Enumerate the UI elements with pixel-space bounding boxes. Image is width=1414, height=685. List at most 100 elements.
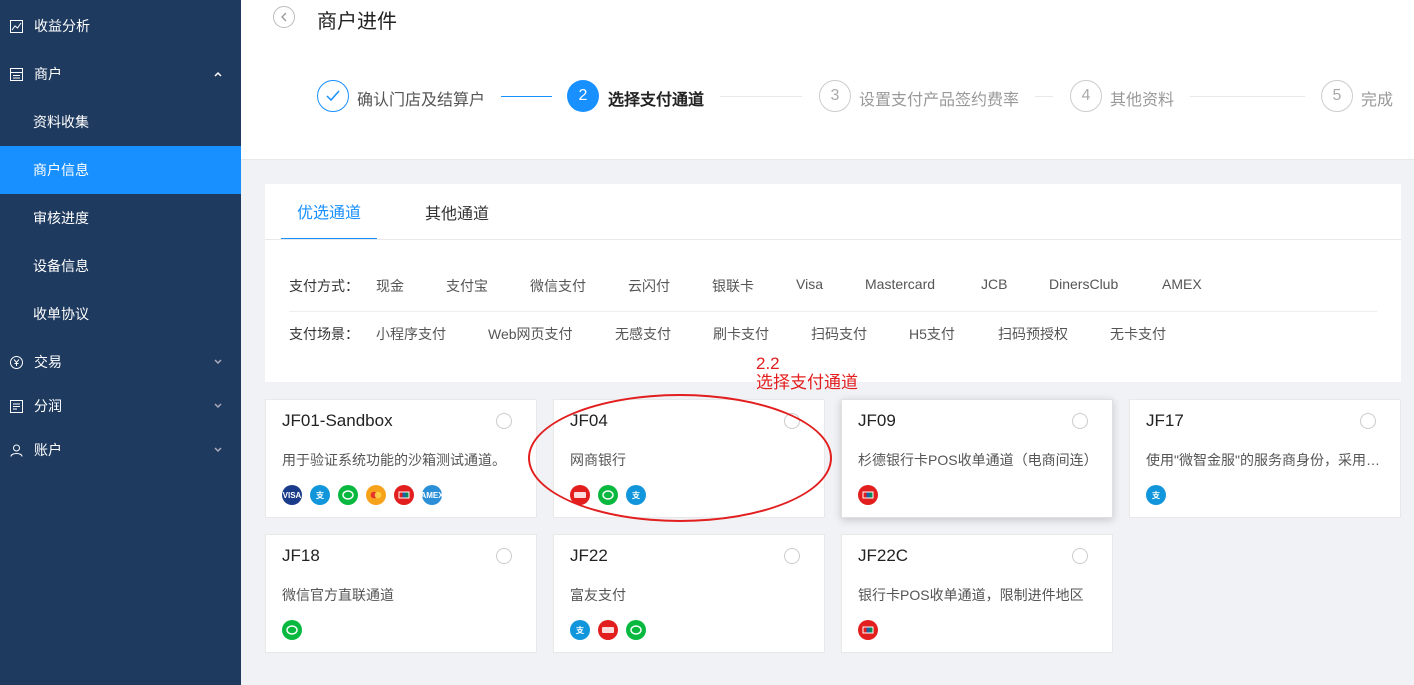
chevron-down-icon [213, 357, 223, 367]
channel-card-jf04[interactable]: JF04 网商银行 支 [553, 399, 825, 518]
card-title: JF18 [282, 546, 320, 565]
channel-card-jf17[interactable]: JF17 使用"微智金服"的服务商身份，采用支付宝间连 支 [1129, 399, 1401, 518]
sidebar-item-acquiring-agreement[interactable]: 收单协议 [0, 290, 241, 338]
card-description: 杉德银行卡POS收单通道（电商间连） [858, 452, 1098, 468]
filter-option-scan-preauth[interactable]: 扫码预授权 [998, 324, 1068, 344]
filter-option-dinersclub[interactable]: DinersClub [1049, 276, 1118, 292]
sidebar-item-label: 交易 [34, 354, 62, 370]
sidebar-item-account[interactable]: 账户 [0, 426, 241, 474]
payment-scene-label: 支付场景： [289, 326, 359, 342]
chevron-up-icon [213, 69, 223, 79]
channel-card-jf18[interactable]: JF18 微信官方直联通道 [265, 534, 537, 653]
step-5-label: 完成 [1361, 92, 1394, 109]
filter-option-jcb[interactable]: JCB [981, 276, 1007, 292]
channel-card-jf22[interactable]: JF22 富友支付 支 [553, 534, 825, 653]
channel-card-jf01-sandbox[interactable]: JF01-Sandbox 用于验证系统功能的沙箱测试通道。 VISA 支 AME… [265, 399, 537, 518]
alipay-icon: 支 [626, 485, 646, 505]
step-4-label: 其他资料 [1110, 92, 1175, 109]
step-connector [1035, 96, 1053, 97]
card-title: JF22 [570, 546, 608, 565]
store-icon [9, 67, 23, 81]
sidebar: 收益分析 商户 资料收集 商户信息 审核进度 设备信息 收单协议 交易 分润 账… [0, 0, 241, 685]
sidebar-item-label: 商户信息 [33, 162, 89, 178]
sidebar-item-profit-sharing[interactable]: 分润 [0, 382, 241, 430]
sidebar-item-label: 收单协议 [33, 306, 89, 322]
back-button[interactable] [273, 6, 295, 28]
filter-option-quickpass[interactable]: 云闪付 [628, 276, 670, 296]
filter-divider [289, 311, 1377, 312]
sidebar-item-device-info[interactable]: 设备信息 [0, 242, 241, 290]
channel-radio[interactable] [496, 413, 512, 429]
alipay-icon: 支 [1146, 485, 1166, 505]
sidebar-item-label: 商户 [34, 66, 62, 82]
alipay-icon: 支 [310, 485, 330, 505]
alipay-icon: 支 [570, 620, 590, 640]
sidebar-item-merchant[interactable]: 商户 [0, 50, 241, 98]
page-header: 商户进件 确认门店及结算户 2 选择支付通道 3 设置支付产品签约费率 4 其他… [241, 0, 1414, 160]
channel-radio[interactable] [784, 413, 800, 429]
filter-option-card-swipe[interactable]: 刷卡支付 [713, 324, 769, 344]
filter-option-alipay[interactable]: 支付宝 [446, 276, 488, 296]
channel-radio[interactable] [784, 548, 800, 564]
sidebar-item-review-progress[interactable]: 审核进度 [0, 194, 241, 242]
payment-icons: 支 [570, 485, 654, 505]
tab-divider [265, 239, 1401, 240]
step-4-indicator: 4 [1070, 80, 1102, 112]
filter-option-cash[interactable]: 现金 [376, 276, 404, 296]
sidebar-item-label: 资料收集 [33, 114, 89, 130]
check-icon [326, 90, 340, 102]
filter-option-h5[interactable]: H5支付 [909, 324, 955, 344]
card-title: JF22C [858, 546, 909, 565]
wechat-icon [282, 620, 302, 640]
filter-option-wechat-pay[interactable]: 微信支付 [530, 276, 586, 296]
filter-option-cardless[interactable]: 无卡支付 [1110, 324, 1166, 344]
unionpay-icon [858, 620, 878, 640]
filter-option-amex[interactable]: AMEX [1162, 276, 1202, 292]
card-description: 微信官方直联通道 [282, 587, 394, 603]
filter-option-visa[interactable]: Visa [796, 276, 823, 292]
channel-radio[interactable] [1360, 413, 1376, 429]
card-description: 网商银行 [570, 452, 626, 468]
tab-other-channels[interactable]: 其他通道 [409, 184, 505, 240]
filter-option-mini-program[interactable]: 小程序支付 [376, 324, 446, 344]
chart-icon [9, 19, 23, 33]
filter-option-scan-pay[interactable]: 扫码支付 [811, 324, 867, 344]
unionpay-icon [394, 485, 414, 505]
channel-card-jf09[interactable]: JF09 杉德银行卡POS收单通道（电商间连） [841, 399, 1113, 518]
step-3-label: 设置支付产品签约费率 [859, 92, 1020, 109]
payment-icons [282, 620, 310, 640]
visa-icon: VISA [282, 485, 302, 505]
filter-option-web-page[interactable]: Web网页支付 [488, 324, 573, 344]
card-title: JF09 [858, 411, 896, 430]
amex-icon: AMEX [422, 485, 442, 505]
tab-preferred-channels[interactable]: 优选通道 [281, 184, 377, 240]
step-5-indicator: 5 [1321, 80, 1353, 112]
payment-icons: VISA 支 AMEX [282, 485, 450, 505]
payment-method-label: 支付方式： [289, 278, 359, 294]
wechat-icon [338, 485, 358, 505]
channel-radio[interactable] [1072, 413, 1088, 429]
payment-icons [858, 485, 886, 505]
sidebar-item-merchant-info[interactable]: 商户信息 [0, 146, 241, 194]
card-title: JF17 [1146, 411, 1184, 430]
step-connector [501, 96, 552, 97]
quickpass-icon [598, 620, 618, 640]
mastercard-icon [366, 485, 386, 505]
sidebar-item-label: 设备信息 [33, 258, 89, 274]
sidebar-item-data-collection[interactable]: 资料收集 [0, 98, 241, 146]
filter-option-unionpay[interactable]: 银联卡 [712, 276, 754, 296]
ledger-icon [9, 399, 23, 413]
sidebar-item-revenue-analysis[interactable]: 收益分析 [0, 2, 241, 50]
sidebar-item-transactions[interactable]: 交易 [0, 338, 241, 386]
channel-radio[interactable] [1072, 548, 1088, 564]
payment-icons: 支 [570, 620, 654, 640]
quickpass-icon [570, 485, 590, 505]
chevron-down-icon [213, 445, 223, 455]
channel-radio[interactable] [496, 548, 512, 564]
step-2-label: 选择支付通道 [608, 92, 705, 109]
card-description: 银行卡POS收单通道，限制进件地区 [858, 587, 1084, 603]
filter-option-mastercard[interactable]: Mastercard [865, 276, 935, 292]
filter-option-seamless[interactable]: 无感支付 [615, 324, 671, 344]
card-description: 使用"微智金服"的服务商身份，采用支付宝间连 [1146, 452, 1386, 468]
channel-card-jf22c[interactable]: JF22C 银行卡POS收单通道，限制进件地区 [841, 534, 1113, 653]
